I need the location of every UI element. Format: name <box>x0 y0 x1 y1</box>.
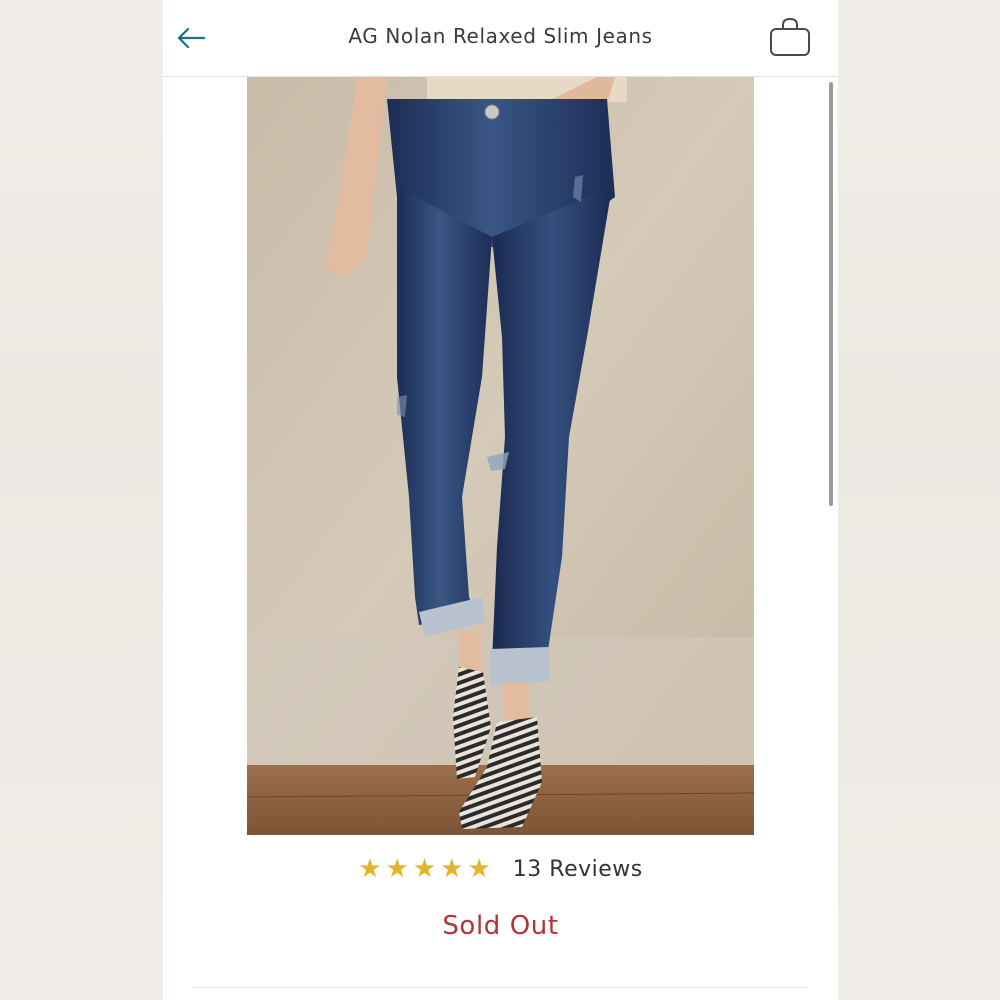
shopping-bag-icon <box>768 17 812 61</box>
product-screen: AG Nolan Relaxed Slim Jeans ★ ★ ★ ★ ★ 13… <box>163 0 838 1000</box>
star-icon: ★ <box>358 854 382 884</box>
star-icon: ★ <box>467 854 491 884</box>
divider <box>193 987 808 988</box>
star-rating: ★ ★ ★ ★ ★ <box>358 856 491 882</box>
background-right <box>838 0 1000 1000</box>
star-icon: ★ <box>412 854 437 884</box>
product-image <box>247 77 754 835</box>
star-icon: ★ <box>440 854 464 884</box>
rating-row[interactable]: ★ ★ ★ ★ ★ 13 Reviews <box>163 856 838 882</box>
back-arrow-icon <box>176 26 206 54</box>
background-left <box>0 0 163 1000</box>
scrollbar[interactable] <box>829 82 833 506</box>
star-icon: ★ <box>385 854 409 884</box>
page-title: AG Nolan Relaxed Slim Jeans <box>348 24 653 48</box>
back-button[interactable] <box>173 22 209 58</box>
sold-out-status: Sold Out <box>442 911 559 941</box>
shopping-bag-button[interactable] <box>766 16 814 62</box>
reviews-link[interactable]: 13 Reviews <box>513 857 643 882</box>
app-header: AG Nolan Relaxed Slim Jeans <box>163 0 838 77</box>
